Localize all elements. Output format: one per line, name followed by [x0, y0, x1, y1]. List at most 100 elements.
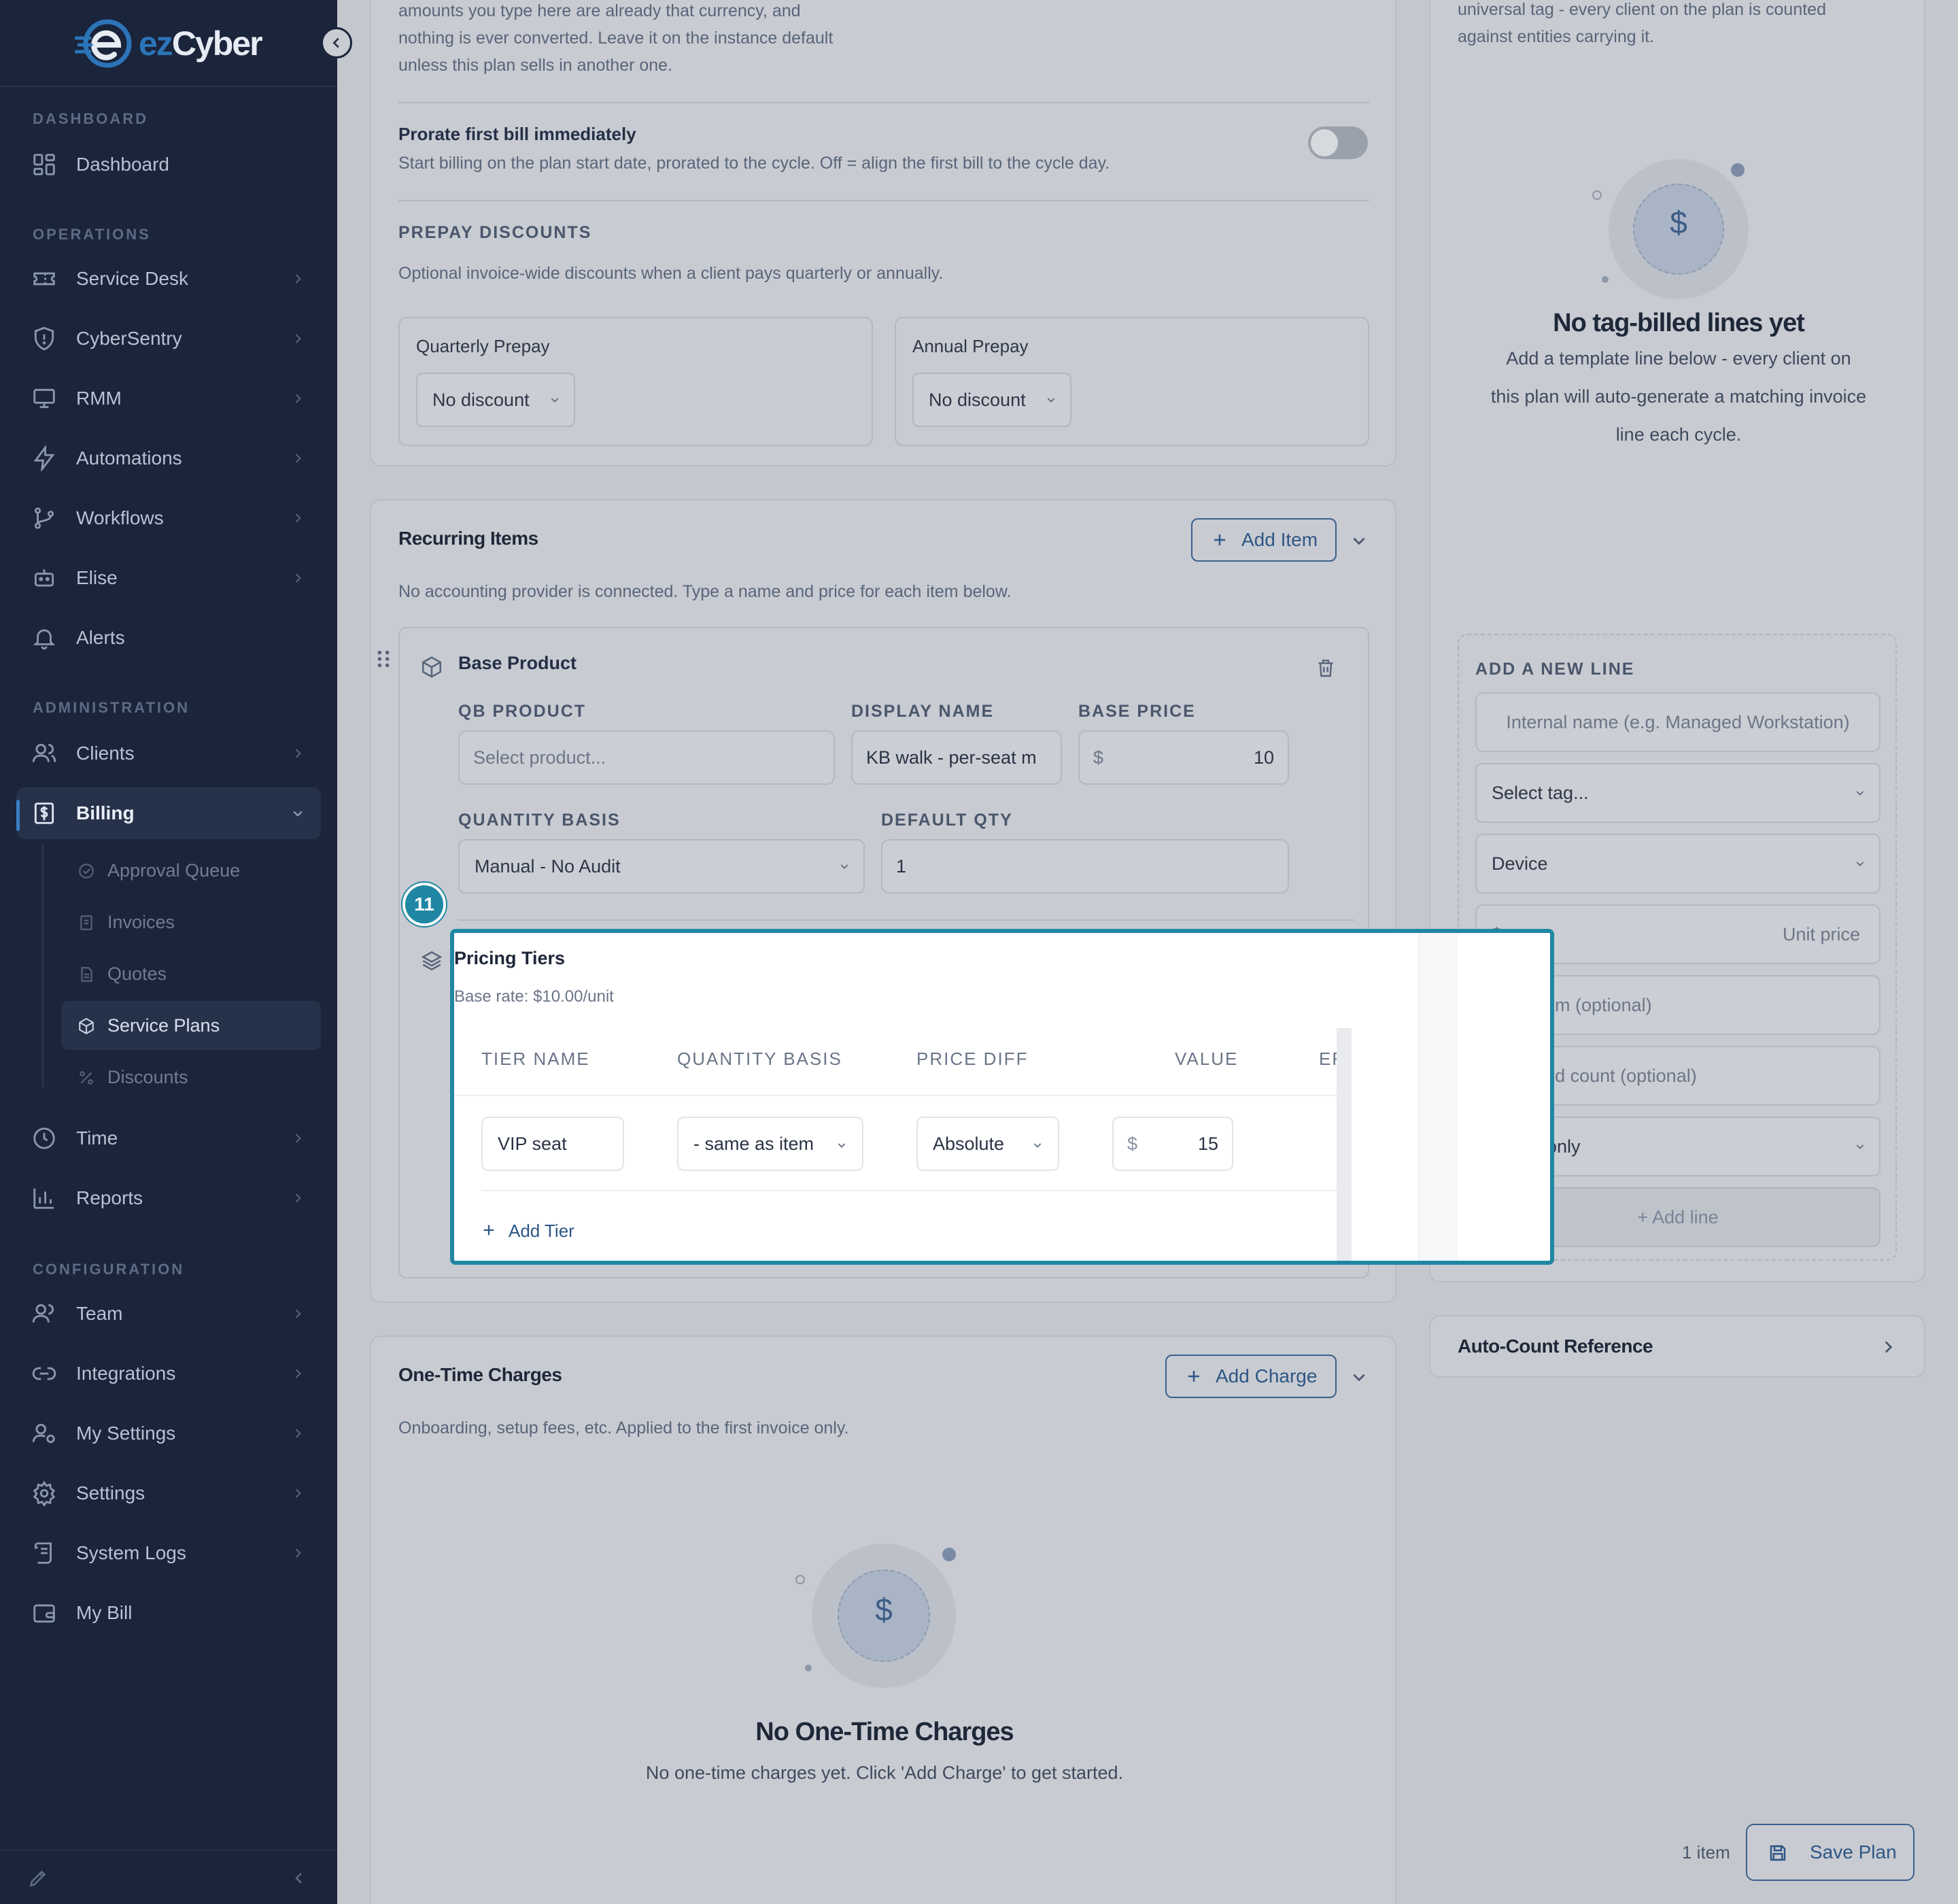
nav-time[interactable]: Time	[16, 1112, 321, 1164]
nav-settings[interactable]: Settings	[16, 1467, 321, 1519]
package-icon	[422, 656, 442, 678]
nav-dashboard[interactable]: Dashboard	[16, 139, 321, 190]
gear-icon	[33, 1480, 56, 1506]
chevron-down-icon	[1033, 1143, 1042, 1148]
nav-cybersentry[interactable]: CyberSentry	[16, 313, 321, 364]
nav-team[interactable]: Team	[16, 1288, 321, 1340]
subnav-service-plans[interactable]: Service Plans	[61, 1001, 321, 1050]
entity-type-select[interactable]: Device	[1475, 834, 1880, 894]
drag-handle-icon[interactable]	[375, 649, 392, 669]
nav-service-desk[interactable]: Service Desk	[16, 253, 321, 305]
display-name-input[interactable]: KB walk - per-seat m	[851, 730, 1062, 785]
nav-reports[interactable]: Reports	[16, 1172, 321, 1224]
add-charge-button[interactable]: Add Charge	[1165, 1355, 1337, 1398]
button-label: Save Plan	[1810, 1841, 1897, 1863]
collapse-chevron-icon[interactable]	[1350, 532, 1368, 549]
add-line-caption: ADD A NEW LINE	[1475, 660, 1635, 679]
scroll-log-icon	[34, 1542, 52, 1564]
add-item-button[interactable]: Add Item	[1191, 518, 1337, 562]
plus-icon	[1214, 534, 1225, 545]
nav-label: Elise	[76, 567, 118, 588]
nav-label: Settings	[76, 1482, 145, 1503]
select-value: Select tag...	[1492, 783, 1589, 803]
input-value: 1	[896, 856, 907, 877]
annual-prepay-select[interactable]: No discount	[912, 373, 1071, 427]
empty-title: No One-Time Charges	[755, 1718, 1014, 1746]
default-qty-input[interactable]: 1	[881, 839, 1289, 894]
tier-value-input[interactable]: $ 15	[1112, 1117, 1233, 1171]
active-indicator	[16, 800, 20, 831]
collapse-sidebar-button[interactable]	[321, 27, 352, 58]
quantity-basis-select[interactable]: Manual - No Audit	[458, 839, 865, 894]
pencil-icon[interactable]	[27, 1867, 49, 1889]
chevron-right-icon	[295, 1369, 301, 1378]
nav-my-settings[interactable]: My Settings	[16, 1408, 321, 1459]
decor-ring	[795, 1575, 805, 1584]
tier-quantity-basis-select[interactable]: - same as item	[677, 1117, 863, 1171]
monitor-icon	[33, 388, 55, 409]
save-plan-button[interactable]: Save Plan	[1746, 1824, 1914, 1881]
dollar-icon: $	[875, 1592, 893, 1627]
quarterly-prepay-select[interactable]: No discount	[416, 373, 575, 427]
nav-my-bill[interactable]: My Bill	[16, 1587, 321, 1639]
chevron-right-icon	[295, 394, 301, 403]
auto-count-reference[interactable]: Auto-Count Reference	[1429, 1315, 1925, 1378]
plus-icon	[1188, 1371, 1199, 1382]
nav-billing[interactable]: Billing	[16, 787, 321, 839]
nav-elise[interactable]: Elise	[16, 552, 321, 604]
trash-icon[interactable]	[1315, 657, 1337, 679]
chevron-right-icon	[1885, 1341, 1893, 1353]
chevron-right-icon	[295, 274, 301, 284]
bar-chart-icon	[33, 1188, 54, 1209]
nav-automations[interactable]: Automations	[16, 432, 321, 484]
tag-empty-line2: this plan will auto-generate a matching …	[1490, 386, 1867, 407]
nav-label: Alerts	[76, 627, 125, 648]
tiers-title: Pricing Tiers	[454, 948, 566, 968]
nav-label: Service Desk	[76, 268, 188, 289]
select-value: Manual - No Audit	[475, 856, 621, 877]
one-time-charges-card: One-Time Charges Add Charge Onboarding, …	[370, 1336, 1396, 1904]
chevron-right-icon	[295, 1489, 301, 1498]
chevron-down-icon	[1856, 791, 1864, 796]
col-tier-name: TIER NAME	[481, 1049, 590, 1069]
auto-count-title: Auto-Count Reference	[1458, 1336, 1653, 1357]
currency-note-line1: amounts you type here are already that c…	[398, 1, 801, 20]
percent-icon	[80, 1071, 93, 1085]
select-value: No discount	[432, 390, 530, 410]
nav-alerts[interactable]: Alerts	[16, 612, 321, 664]
add-tier-button[interactable]: Add Tier	[481, 1210, 574, 1251]
sidebar: ezCyber DASHBOARD Dashboard OPERATIONS S…	[0, 0, 337, 1904]
ticket-icon	[33, 272, 55, 286]
tier-price-diff-select[interactable]: Absolute	[916, 1117, 1059, 1171]
base-price-input[interactable]: $ 10	[1078, 730, 1289, 785]
nav-clients[interactable]: Clients	[16, 728, 321, 779]
brand-logo[interactable]: ezCyber	[75, 18, 279, 69]
subnav-invoices[interactable]: Invoices	[61, 898, 321, 947]
step-badge: 11	[402, 883, 446, 926]
subnav-discounts[interactable]: Discounts	[61, 1053, 321, 1102]
item-count: 1 item	[1682, 1842, 1730, 1863]
subnav-quotes[interactable]: Quotes	[61, 949, 321, 998]
tier-name-input[interactable]: VIP seat	[481, 1117, 624, 1171]
collapse-chevron-icon[interactable]	[1350, 1368, 1368, 1386]
nav-workflows[interactable]: Workflows	[16, 492, 321, 544]
prorate-toggle[interactable]	[1308, 126, 1368, 159]
chevron-down-icon	[1047, 398, 1055, 403]
tag-empty-title: No tag-billed lines yet	[1553, 309, 1805, 337]
sidebar-footer	[0, 1850, 337, 1904]
nav-system-logs[interactable]: System Logs	[16, 1527, 321, 1579]
currency-symbol: $	[1127, 1134, 1138, 1154]
chevron-down-icon	[551, 398, 559, 403]
qb-product-select[interactable]: Select product...	[458, 730, 835, 785]
git-branch-icon	[34, 507, 54, 529]
chevron-left-icon[interactable]	[291, 1870, 307, 1886]
subnav-approval-queue[interactable]: Approval Queue	[61, 846, 321, 895]
chevron-right-icon	[295, 749, 301, 758]
button-label: Add Charge	[1216, 1365, 1318, 1387]
tag-select[interactable]: Select tag...	[1475, 763, 1880, 823]
nav-integrations[interactable]: Integrations	[16, 1348, 321, 1399]
col-value: VALUE	[1175, 1049, 1239, 1069]
chevron-left-icon	[332, 37, 339, 48]
internal-name-input[interactable]: Internal name (e.g. Managed Workstation)	[1475, 692, 1880, 752]
nav-rmm[interactable]: RMM	[16, 373, 321, 424]
